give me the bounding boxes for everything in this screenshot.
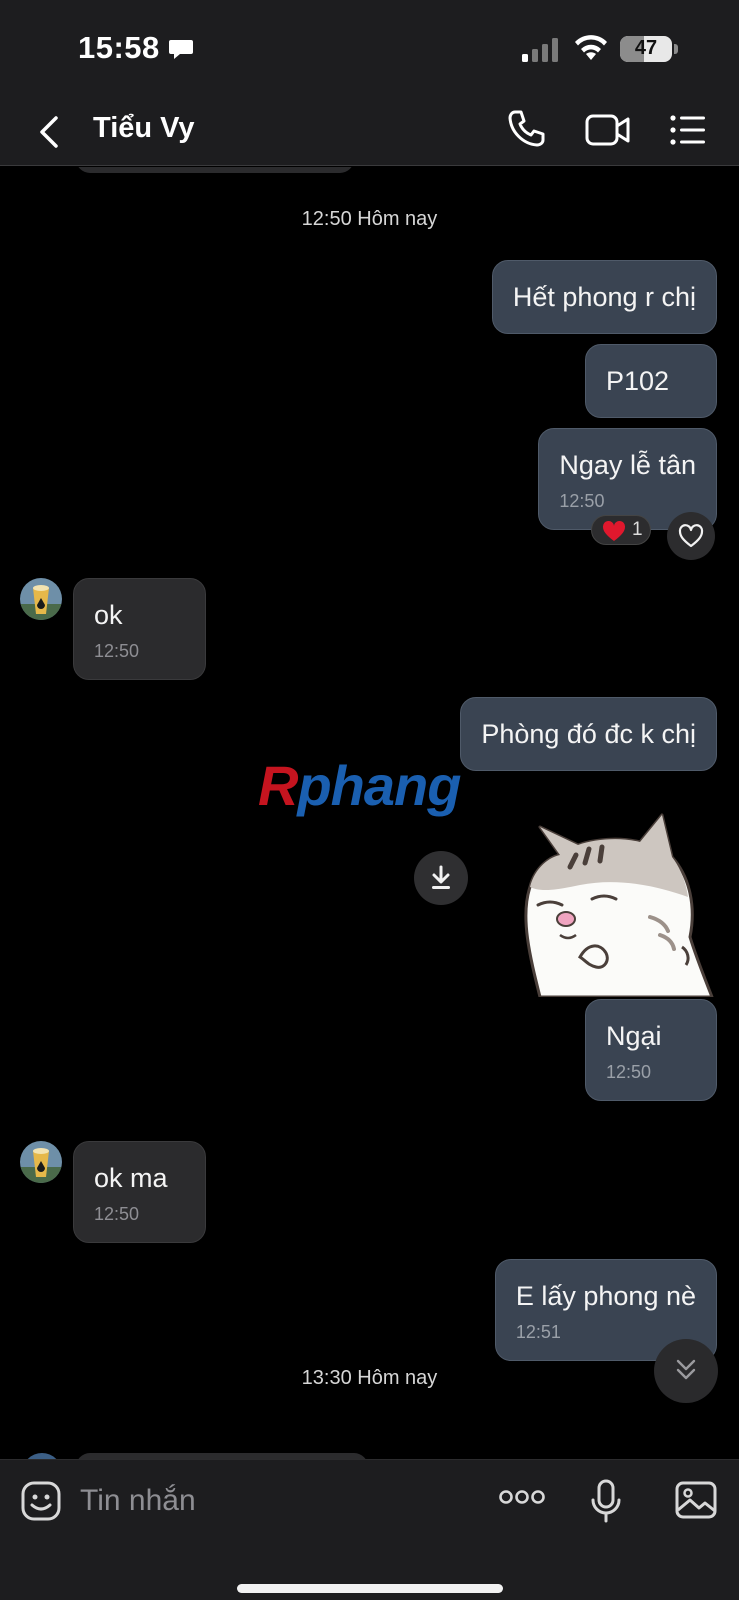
- microphone-icon: [590, 1479, 622, 1528]
- previous-message-bubble: [76, 167, 354, 173]
- battery-tip: [674, 44, 678, 54]
- battery-indicator: 47: [620, 36, 672, 62]
- contact-avatar[interactable]: [20, 578, 62, 620]
- date-separator: 12:50 Hôm nay: [301, 208, 438, 230]
- back-button[interactable]: [30, 110, 70, 154]
- voice-message-button[interactable]: [590, 1478, 622, 1529]
- cat-sticker[interactable]: [500, 807, 716, 999]
- watermark-rest: phang: [297, 754, 461, 817]
- chat-bubble-icon: [168, 36, 194, 67]
- more-dots-icon: [498, 1490, 546, 1512]
- list-icon: [668, 115, 708, 154]
- watermark-logo: Rphang: [258, 753, 461, 818]
- heart-outline-icon: [678, 524, 704, 553]
- chevron-left-icon: [30, 116, 70, 158]
- phone-icon: [506, 110, 546, 154]
- conversation-menu-button[interactable]: [668, 110, 708, 155]
- chat-header: Tiểu Vy: [0, 96, 739, 166]
- message-composer: [0, 1459, 739, 1600]
- react-button[interactable]: [667, 512, 715, 560]
- message-text: ok ma: [94, 1163, 168, 1193]
- status-bar: 15:58 47: [0, 0, 739, 96]
- message-list[interactable]: 12:50 Hôm nay Hết phong r chị P102 Ngay …: [0, 167, 739, 1459]
- image-icon: [674, 1481, 718, 1524]
- download-icon: [429, 865, 453, 896]
- smiley-sticker-icon: [20, 1481, 62, 1526]
- message-text: Hết phong r chị: [512, 282, 696, 312]
- heart-emoji-icon: [602, 520, 626, 547]
- contact-avatar[interactable]: [20, 1141, 62, 1183]
- message-bubble-outgoing[interactable]: Phòng đó đc k chị: [460, 697, 717, 771]
- message-bubble-outgoing[interactable]: P102: [585, 344, 717, 418]
- contact-name[interactable]: Tiểu Vy: [93, 112, 195, 145]
- reaction-summary[interactable]: 1: [591, 515, 651, 545]
- download-sticker-button[interactable]: [414, 851, 468, 905]
- battery-level: 47: [634, 37, 658, 59]
- sticker-button[interactable]: [20, 1480, 62, 1527]
- date-separator: 13:30 Hôm nay: [301, 1367, 438, 1389]
- message-text: P102: [606, 366, 670, 396]
- message-text: Ngại: [606, 1021, 662, 1051]
- message-time: 12:50: [94, 1204, 140, 1224]
- message-time: 12:50: [606, 1062, 652, 1082]
- message-text: Phòng đó đc k chị: [481, 719, 696, 749]
- watermark-first-letter: R: [258, 754, 298, 817]
- video-camera-icon: [584, 114, 632, 154]
- cellular-signal-icon: [522, 38, 562, 67]
- photo-gallery-button[interactable]: [674, 1480, 718, 1525]
- message-bubble-outgoing[interactable]: Ngại 12:50: [585, 999, 717, 1101]
- voice-call-button[interactable]: [506, 108, 546, 155]
- message-time: 12:50: [94, 641, 140, 661]
- message-text: E lấy phong nè: [515, 1281, 696, 1311]
- message-time: 12:51: [515, 1322, 561, 1342]
- message-bubble-incoming[interactable]: ok ma 12:50: [73, 1141, 206, 1243]
- message-input[interactable]: [80, 1478, 460, 1524]
- reaction-count: 1: [632, 519, 643, 540]
- message-bubble-outgoing[interactable]: Hết phong r chị: [491, 260, 717, 334]
- message-bubble-incoming[interactable]: ok 12:50: [73, 578, 206, 680]
- message-text: ok: [94, 600, 123, 630]
- video-call-button[interactable]: [584, 110, 632, 155]
- message-time: 12:50: [559, 491, 605, 511]
- status-time: 15:58: [78, 30, 160, 65]
- wifi-icon: [574, 34, 608, 67]
- message-text: Ngay lễ tân: [559, 450, 696, 480]
- more-options-button[interactable]: [498, 1486, 546, 1513]
- home-indicator[interactable]: [237, 1584, 503, 1593]
